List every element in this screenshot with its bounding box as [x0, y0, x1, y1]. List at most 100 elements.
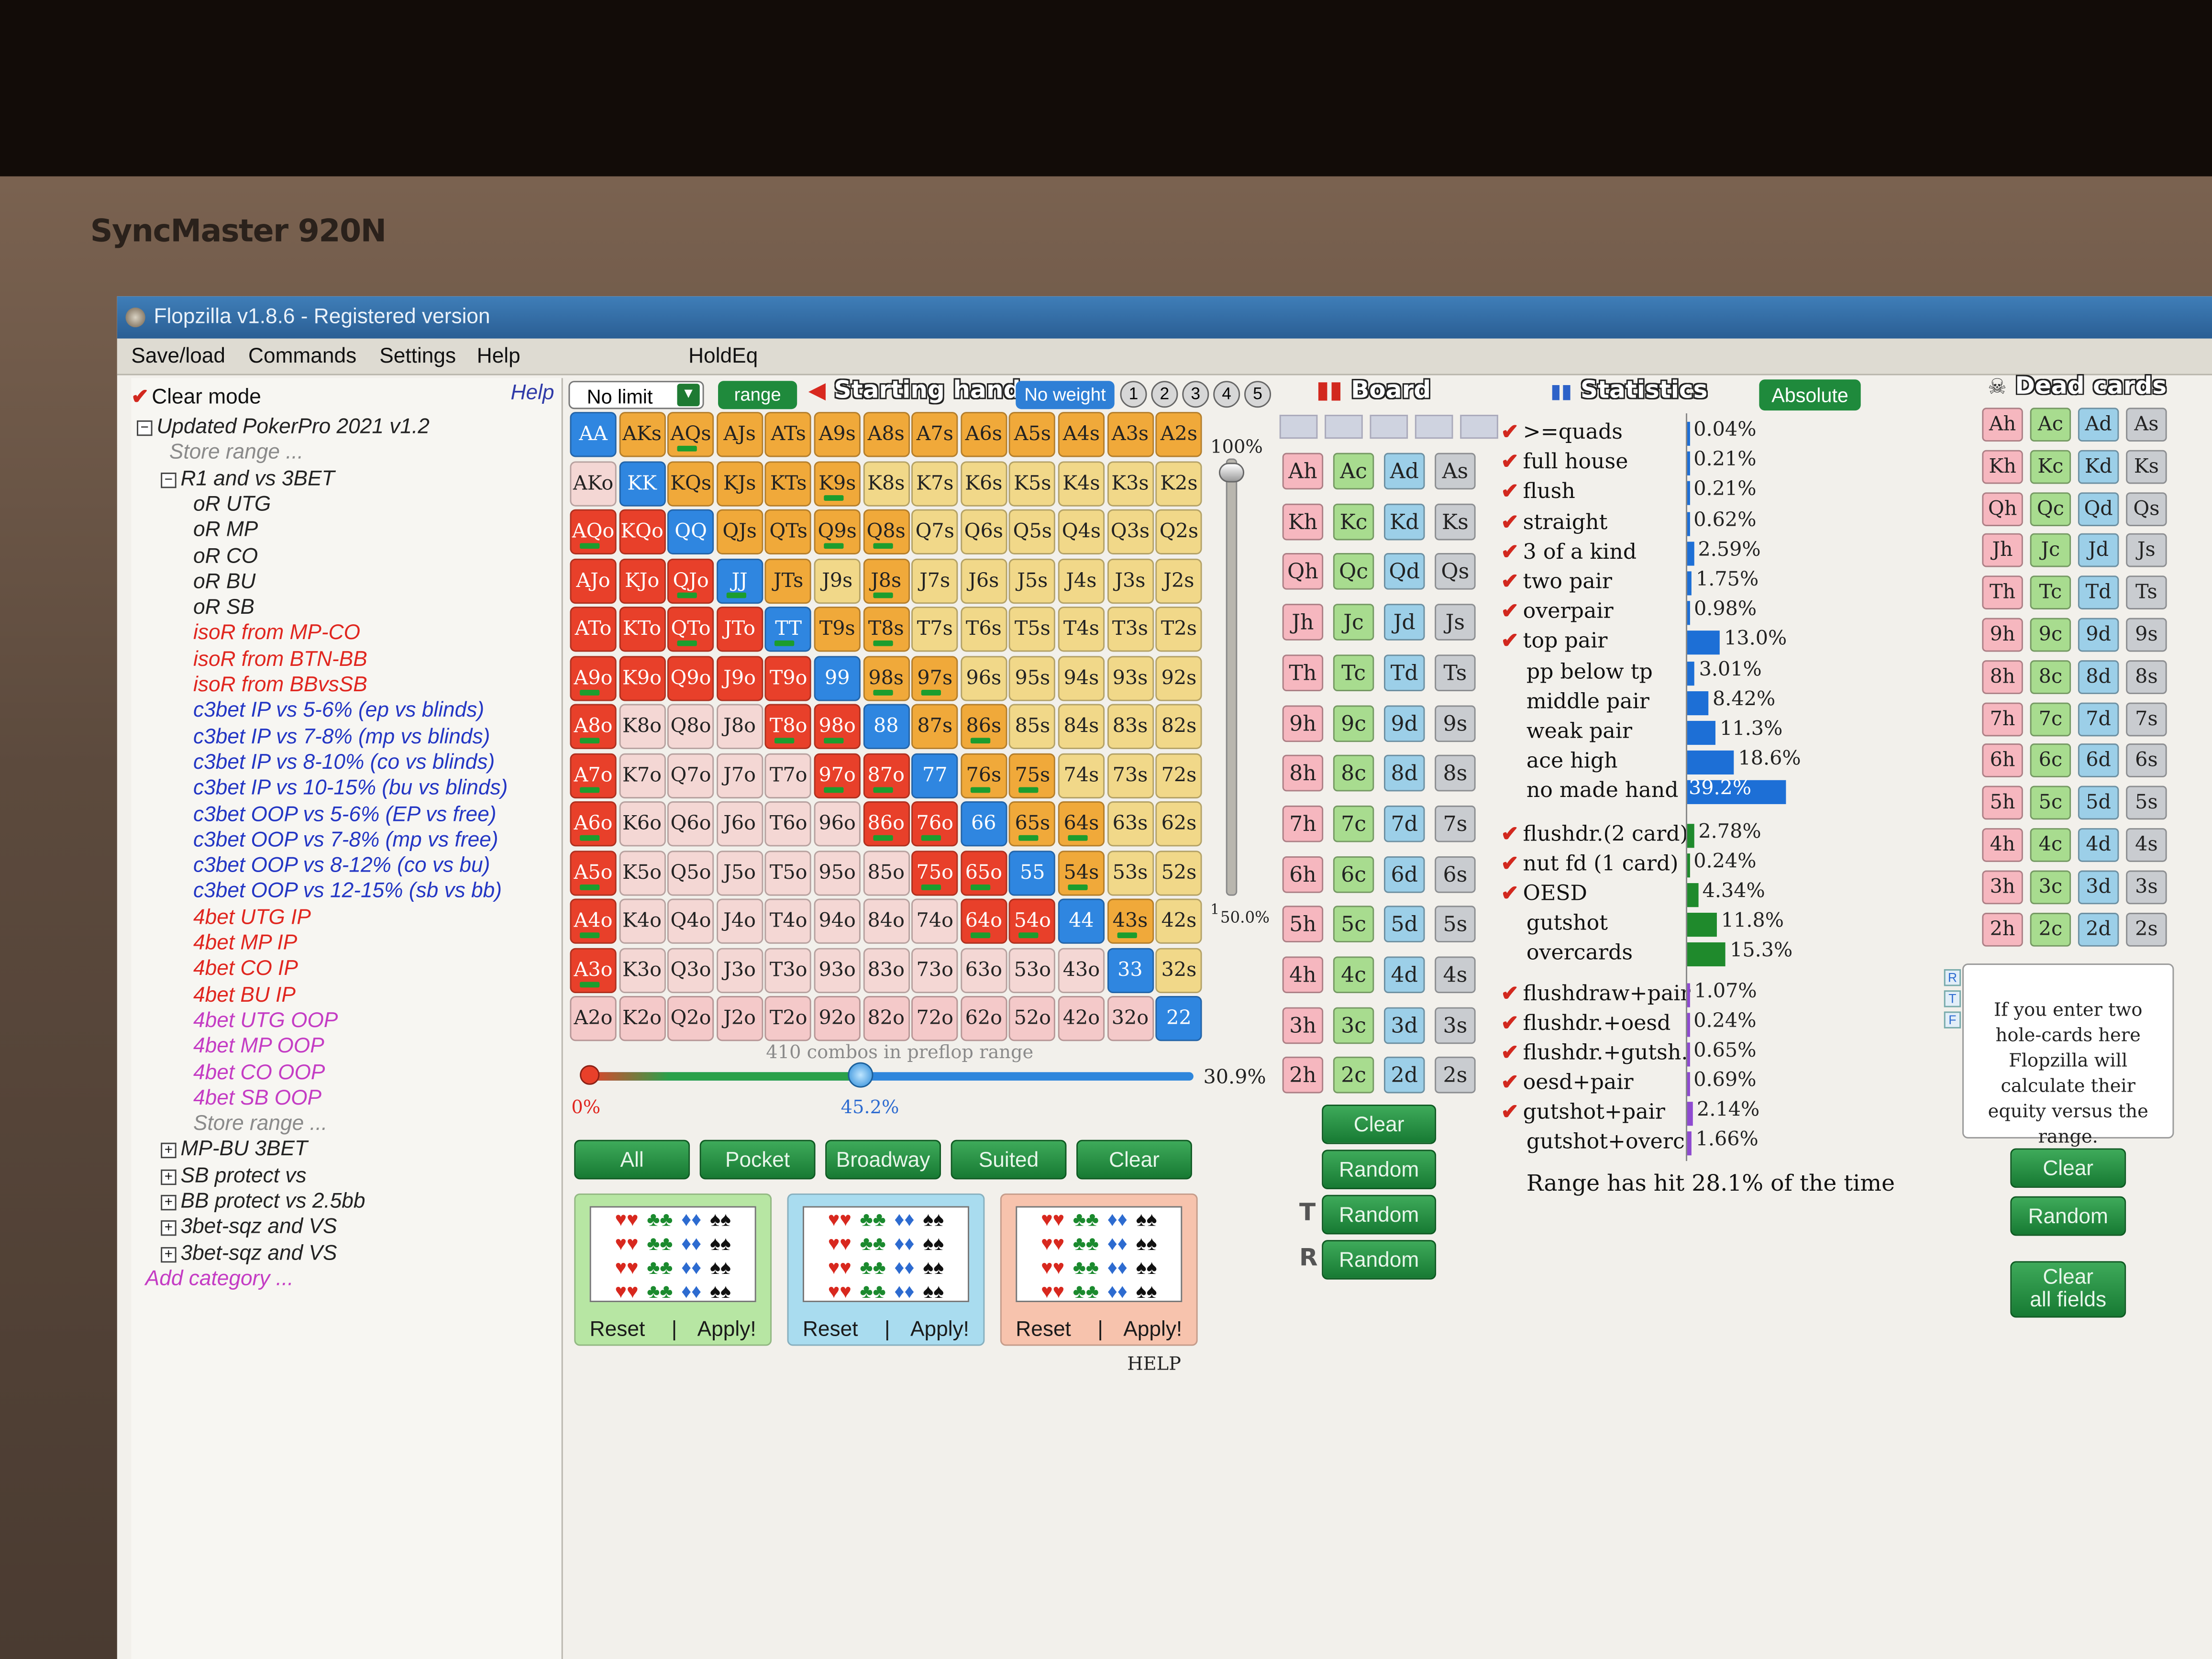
suit-row[interactable]: ♥♥ ♣♣ ♦♦ ♠♠ [1017, 1231, 1181, 1255]
hand-cell[interactable]: 92s [1155, 655, 1203, 701]
board-card[interactable]: 9c [1333, 705, 1374, 741]
tree-item[interactable]: Store range ... [193, 1112, 327, 1136]
hand-cell[interactable]: Q7o [667, 752, 714, 798]
help-link[interactable]: Help [511, 381, 554, 405]
hand-cell[interactable]: AJs [716, 412, 763, 457]
board-slot[interactable] [1370, 415, 1408, 439]
tree-item[interactable]: + MP-BU 3BET [161, 1138, 308, 1161]
hand-cell[interactable]: 72o [911, 995, 958, 1041]
suit-icon[interactable]: ♣♣ [647, 1207, 673, 1230]
suit-icon[interactable]: ♠♠ [923, 1207, 944, 1230]
stat-row-label[interactable]: pp below tp [1526, 658, 1653, 684]
suit-apply-button[interactable]: Apply! [1123, 1317, 1182, 1341]
suit-icon[interactable]: ♣♣ [647, 1231, 673, 1254]
weight-level-2[interactable]: 2 [1151, 381, 1178, 408]
board-slot[interactable] [1415, 415, 1453, 439]
suit-icon[interactable]: ♥♥ [828, 1256, 852, 1278]
board-card[interactable]: 8c [1333, 755, 1374, 792]
hand-cell[interactable]: 95o [814, 850, 861, 896]
board-card[interactable]: 4d [1383, 956, 1425, 994]
suit-reset-button[interactable]: Reset [590, 1317, 645, 1341]
stat-row-label[interactable]: ✔ oesd+pair [1501, 1069, 1634, 1095]
tree-item[interactable]: isoR from MP-CO [193, 621, 360, 645]
hand-cell[interactable]: Q2s [1155, 509, 1203, 554]
hand-cell[interactable]: 53s [1106, 850, 1154, 896]
board-card[interactable]: 4h [1282, 956, 1324, 994]
suit-row[interactable]: ♥♥ ♣♣ ♦♦ ♠♠ [804, 1256, 968, 1280]
expand-icon[interactable]: + [161, 1143, 177, 1159]
board-card[interactable]: Ks [1435, 503, 1476, 540]
dead-card[interactable]: Tc [2030, 575, 2071, 610]
tree-item[interactable]: − R1 and vs 3BET [161, 466, 335, 490]
menu-commands[interactable]: Commands [248, 344, 356, 368]
hand-cell[interactable]: TT [765, 607, 812, 652]
dead-card[interactable]: 6c [2030, 744, 2071, 778]
hand-cell[interactable]: QJo [667, 558, 714, 603]
dead-card[interactable]: 4d [2078, 828, 2119, 862]
hand-cell[interactable]: J6o [716, 801, 763, 847]
suit-icon[interactable]: ♦♦ [681, 1207, 701, 1230]
tree-item[interactable]: − Updated PokerPro 2021 v1.2 [137, 415, 430, 439]
dead-card[interactable]: 3d [2078, 870, 2119, 904]
suit-icon[interactable]: ♦♦ [1107, 1231, 1128, 1254]
tree-item[interactable]: c3bet OOP vs 5-6% (EP vs free) [193, 802, 496, 826]
suit-icon[interactable]: ♣♣ [860, 1280, 886, 1302]
hand-cell[interactable]: AQo [570, 509, 617, 554]
quick-suited-button[interactable]: Suited [951, 1139, 1067, 1180]
hand-cell[interactable]: KTs [765, 460, 812, 506]
hand-cell[interactable]: AKo [570, 460, 617, 506]
board-card[interactable]: 4s [1435, 956, 1476, 994]
dead-card[interactable]: 4s [2126, 828, 2167, 862]
hand-cell[interactable]: AQs [667, 412, 714, 457]
hand-cell[interactable]: 96o [814, 801, 861, 847]
suit-icon[interactable]: ♥♥ [828, 1231, 852, 1254]
suit-icon[interactable]: ♥♥ [828, 1280, 852, 1302]
stat-row-label[interactable]: ace high [1526, 748, 1618, 774]
suit-icon[interactable]: ♠♠ [1136, 1207, 1157, 1230]
board-card[interactable]: 5d [1383, 906, 1425, 943]
stat-row-label[interactable]: ✔ flush [1501, 479, 1575, 504]
suit-row[interactable]: ♥♥ ♣♣ ♦♦ ♠♠ [804, 1231, 968, 1255]
suit-icon[interactable]: ♥♥ [615, 1207, 638, 1230]
suit-icon[interactable]: ♦♦ [1107, 1207, 1128, 1230]
stat-row-label[interactable]: ✔ top pair [1501, 628, 1608, 653]
hand-cell[interactable]: 73s [1106, 752, 1154, 798]
dead-card[interactable]: Ah [1982, 408, 2023, 442]
hand-cell[interactable]: A3o [570, 947, 617, 993]
weight-level-4[interactable]: 4 [1213, 381, 1240, 408]
hand-cell[interactable]: 93s [1106, 655, 1154, 701]
hand-cell[interactable]: 43o [1058, 947, 1105, 993]
quick-pocket-button[interactable]: Pocket [699, 1139, 816, 1180]
clear-mode-toggle[interactable]: ✔ Clear mode [131, 384, 261, 409]
hand-cell[interactable]: 88 [863, 704, 909, 749]
dead-card[interactable]: Qd [2078, 492, 2119, 526]
suit-icon[interactable]: ♥♥ [615, 1231, 638, 1254]
dead-card[interactable]: 6h [1982, 744, 2023, 778]
tree-item[interactable]: 4bet UTG OOP [193, 1008, 338, 1032]
suit-icon[interactable]: ♣♣ [1073, 1231, 1099, 1254]
hand-cell[interactable]: 54s [1058, 850, 1105, 896]
stat-row-label[interactable]: ✔ flushdr.+gutsh. [1501, 1040, 1688, 1065]
range-percent-slider[interactable] [580, 1062, 1194, 1088]
stat-row-label[interactable]: overcards [1526, 940, 1633, 965]
hand-cell[interactable]: JTo [716, 607, 763, 652]
suit-icon[interactable]: ♣♣ [647, 1256, 673, 1278]
board-card[interactable]: Jh [1282, 604, 1324, 641]
hand-cell[interactable]: K4s [1058, 460, 1105, 506]
board-card[interactable]: 2d [1383, 1057, 1425, 1094]
tree-item[interactable]: c3bet IP vs 10-15% (bu vs blinds) [193, 776, 508, 800]
board-card[interactable]: 3d [1383, 1006, 1425, 1044]
hand-cell[interactable]: 65s [1009, 801, 1056, 847]
weight-level-3[interactable]: 3 [1182, 381, 1209, 408]
hand-cell[interactable]: 83s [1106, 704, 1154, 749]
board-card[interactable]: 6h [1282, 855, 1324, 893]
hand-cell[interactable]: K8o [619, 704, 665, 749]
hand-cell[interactable]: 98s [863, 655, 909, 701]
turn-random-button[interactable]: Random [1322, 1194, 1437, 1235]
hand-cell[interactable]: 93o [814, 947, 861, 993]
board-card[interactable]: 3c [1333, 1006, 1374, 1044]
hand-cell[interactable]: J6s [960, 558, 1007, 603]
tree-item[interactable]: + BB protect vs 2.5bb [161, 1189, 365, 1213]
collapse-icon[interactable]: − [137, 420, 153, 436]
board-slot[interactable] [1279, 415, 1318, 439]
